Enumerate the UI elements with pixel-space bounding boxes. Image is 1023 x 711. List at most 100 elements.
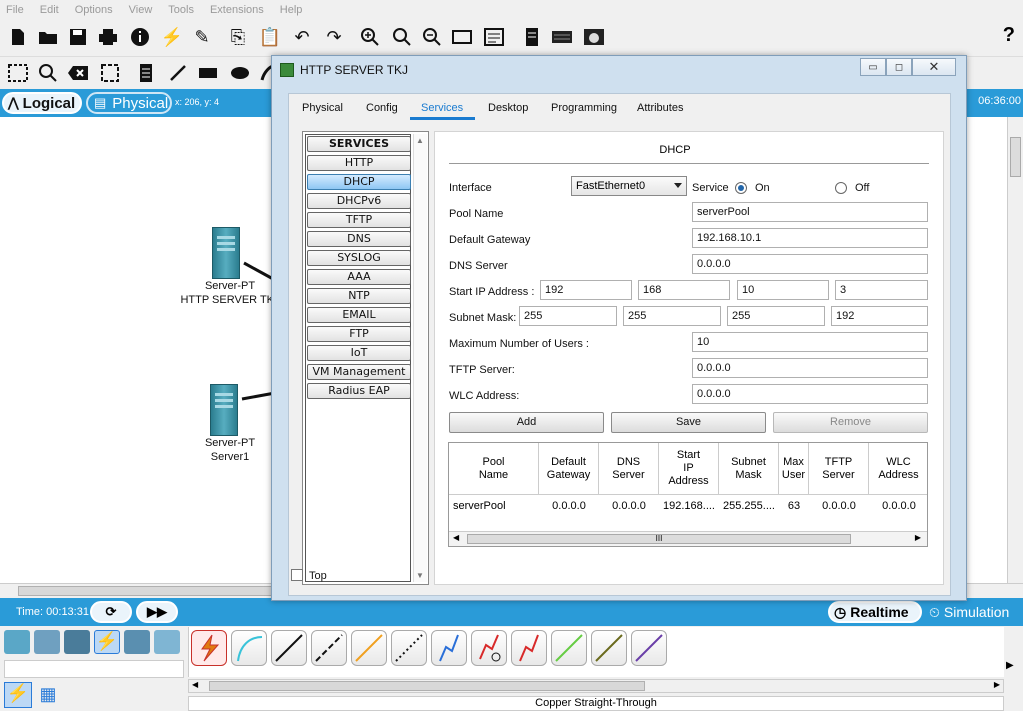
table-scroll-thumb[interactable]: III (467, 534, 851, 544)
cable-scroll-thumb[interactable] (209, 681, 645, 691)
maximize-button[interactable]: ◻ (886, 58, 912, 76)
iot-custom-cable-icon[interactable] (591, 630, 627, 666)
paste-icon[interactable]: 📋 (258, 25, 282, 49)
remove-button[interactable]: Remove (773, 412, 928, 433)
minimize-button[interactable]: ▭ (860, 58, 886, 76)
max-users-input[interactable]: 10 (692, 332, 928, 352)
menu-tools[interactable]: Tools (168, 4, 194, 16)
menu-view[interactable]: View (129, 4, 153, 16)
service-dns[interactable]: DNS (307, 231, 411, 247)
grid-icon[interactable]: ▦ (38, 684, 58, 704)
ellipse-icon[interactable] (228, 61, 252, 85)
start-ip-octet-1[interactable]: 192 (540, 280, 632, 300)
col-header-start-ip[interactable]: Start IP Address (659, 443, 719, 495)
fiber-icon[interactable] (351, 630, 387, 666)
table-horizontal-scrollbar[interactable]: ◀ III ▶ (449, 531, 927, 546)
service-ftp[interactable]: FTP (307, 326, 411, 342)
start-ip-octet-4[interactable]: 3 (835, 280, 928, 300)
service-dhcpv6[interactable]: DHCPv6 (307, 193, 411, 209)
services-scrollbar[interactable]: ▲ ▼ (413, 134, 427, 582)
network-devices-icon[interactable] (4, 630, 30, 654)
col-header-wlc-address[interactable]: WLC Address (869, 443, 927, 495)
server-http-icon[interactable] (208, 227, 242, 279)
print-icon[interactable] (96, 25, 120, 49)
scroll-right-icon[interactable]: ▶ (994, 680, 1000, 689)
connections-icon[interactable]: ⚡ (94, 630, 120, 654)
copper-straight-through-icon[interactable] (271, 630, 307, 666)
col-header-pool-name[interactable]: Pool Name (449, 443, 539, 495)
subnet-mask-octet-1[interactable]: 255 (519, 306, 617, 326)
service-on-radio[interactable] (735, 182, 747, 194)
reset-time-button[interactable]: ⟳ (90, 601, 132, 623)
info-icon[interactable] (128, 25, 152, 49)
menu-options[interactable]: Options (75, 4, 113, 16)
start-ip-octet-3[interactable]: 10 (737, 280, 829, 300)
usb-cable-icon[interactable] (631, 630, 667, 666)
serial-dce-icon[interactable] (471, 630, 507, 666)
service-syslog[interactable]: SYSLOG (307, 250, 411, 266)
fast-forward-button[interactable]: ▶▶ (136, 601, 178, 623)
dns-server-input[interactable]: 0.0.0.0 (692, 254, 928, 274)
custom-device-dialog-icon[interactable] (482, 25, 506, 49)
resize-icon[interactable] (98, 61, 122, 85)
col-header-tftp-server[interactable]: TFTP Server (809, 443, 869, 495)
realtime-mode-button[interactable]: ◷ Realtime (828, 601, 922, 623)
network-wizard-icon[interactable]: ⚡ (160, 25, 184, 49)
line-icon[interactable] (166, 61, 190, 85)
tab-desktop[interactable]: Desktop (488, 102, 528, 114)
service-tftp[interactable]: TFTP (307, 212, 411, 228)
service-email[interactable]: EMAIL (307, 307, 411, 323)
scroll-down-icon[interactable]: ▼ (414, 571, 426, 580)
octal-cable-icon[interactable] (551, 630, 587, 666)
logical-view-button[interactable]: ⋀ Logical (2, 92, 82, 114)
col-header-max-user[interactable]: Max User (779, 443, 809, 495)
close-button[interactable]: ✕ (912, 58, 956, 76)
service-ntp[interactable]: NTP (307, 288, 411, 304)
pool-name-input[interactable]: serverPool (692, 202, 928, 222)
save-icon[interactable] (66, 25, 90, 49)
service-vm-management[interactable]: VM Management (307, 364, 411, 380)
coaxial-cable-icon[interactable] (431, 630, 467, 666)
service-aaa[interactable]: AAA (307, 269, 411, 285)
subnet-mask-octet-4[interactable]: 192 (831, 306, 928, 326)
scroll-right-icon[interactable]: ▶ (915, 533, 921, 542)
zoom-in-icon[interactable] (358, 25, 382, 49)
physical-view-button[interactable]: ▤ Physical (86, 92, 172, 114)
zoom-reset-icon[interactable] (390, 25, 414, 49)
service-off-radio[interactable] (835, 182, 847, 194)
automatic-connection-icon[interactable] (191, 630, 227, 666)
col-header-subnet-mask[interactable]: Subnet Mask (719, 443, 779, 495)
serial-dte-icon[interactable] (511, 630, 547, 666)
menu-help[interactable]: Help (280, 4, 303, 16)
scroll-left-icon[interactable]: ◀ (453, 533, 459, 542)
add-button[interactable]: Add (449, 412, 604, 433)
tftp-server-input[interactable]: 0.0.0.0 (692, 358, 928, 378)
interface-select[interactable]: FastEthernet0 (571, 176, 687, 196)
service-http[interactable]: HTTP (307, 155, 411, 171)
top-checkbox[interactable] (291, 569, 303, 581)
col-header-dns-server[interactable]: DNS Server (599, 443, 659, 495)
redo-icon[interactable]: ↷ (322, 25, 346, 49)
simulation-mode-button[interactable]: ⏲ Simulation (925, 601, 1023, 623)
multiuser-icon[interactable] (154, 630, 180, 654)
save-button[interactable]: Save (611, 412, 766, 433)
end-devices-icon[interactable] (34, 630, 60, 654)
menu-extensions[interactable]: Extensions (210, 4, 264, 16)
start-ip-octet-2[interactable]: 168 (638, 280, 730, 300)
server1-icon[interactable] (206, 384, 240, 436)
activity-wizard-icon[interactable]: ✎ (190, 25, 214, 49)
service-iot[interactable]: IoT (307, 345, 411, 361)
undo-icon[interactable]: ↶ (290, 25, 314, 49)
scroll-up-icon[interactable]: ▲ (414, 136, 426, 145)
palette-scroll-right-icon[interactable]: ▶ (1006, 660, 1014, 671)
horizontal-scroll-thumb[interactable] (18, 586, 276, 596)
service-radius-eap[interactable]: Radius EAP (307, 383, 411, 399)
tab-programming[interactable]: Programming (551, 102, 617, 114)
copy-icon[interactable]: ⎘ (226, 25, 250, 49)
service-dhcp[interactable]: DHCP (307, 174, 411, 190)
wlc-address-input[interactable]: 0.0.0.0 (692, 384, 928, 404)
workspace-vertical-scrollbar[interactable] (1007, 117, 1023, 583)
vertical-scroll-thumb[interactable] (1010, 137, 1021, 177)
delete-icon[interactable] (66, 61, 90, 85)
note-icon[interactable] (134, 61, 158, 85)
